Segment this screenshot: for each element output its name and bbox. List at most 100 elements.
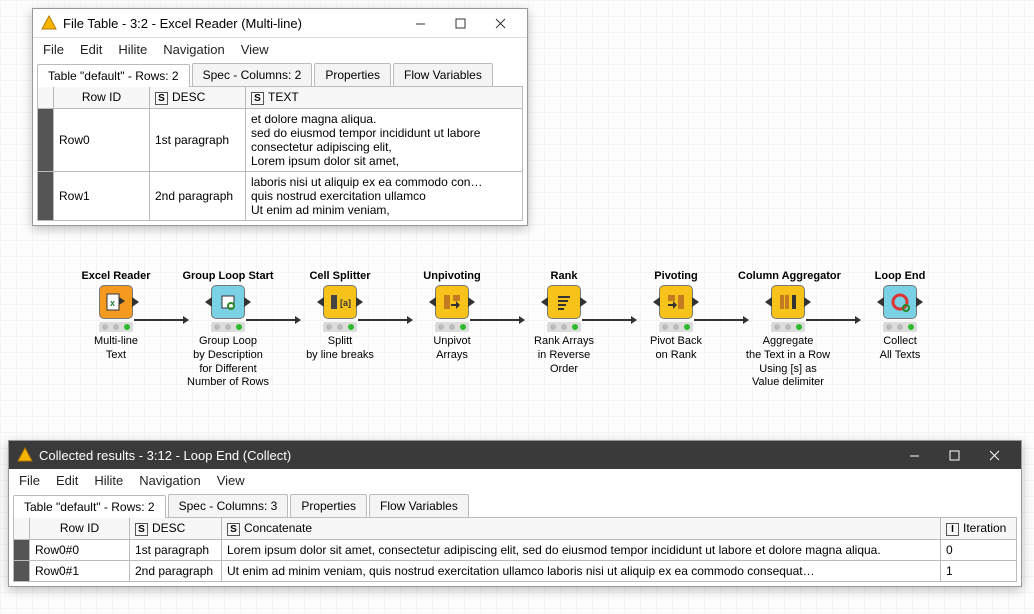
col-rowid[interactable]: Row ID [54,87,150,109]
close-button[interactable] [481,13,519,33]
cell-iter: 0 [941,540,1017,561]
menu-file[interactable]: File [19,473,40,488]
menu-view[interactable]: View [217,473,245,488]
cell-rowid: Row0#0 [30,540,130,561]
menu-edit[interactable]: Edit [56,473,78,488]
table-row[interactable]: Row0#1 2nd paragraph Ut enim ad minim ve… [14,561,1017,582]
rank-icon [554,292,574,312]
menu-navigation[interactable]: Navigation [139,473,200,488]
col-desc[interactable]: SDESC [150,87,246,109]
node-loop-end[interactable]: Loop End Collect All Texts [850,270,950,363]
menu-view[interactable]: View [241,42,269,57]
port-out[interactable] [468,297,475,307]
maximize-button[interactable] [935,445,973,465]
data-table[interactable]: Row ID S DESC SConcatenate IIteration Row… [13,517,1017,582]
port-out[interactable] [692,297,699,307]
node-icon[interactable] [435,285,469,319]
cell-text: laboris nisi ut aliquip ex ea commodo co… [246,172,523,221]
corner [14,518,30,540]
menu-edit[interactable]: Edit [80,42,102,57]
col-desc-label: DESC [152,521,185,535]
node-rank[interactable]: Rank Rank Arrays in Reverse Order [514,270,614,376]
tab-flowvars[interactable]: Flow Variables [393,63,493,86]
port-in[interactable] [877,297,884,307]
node-desc: Collect All Texts [850,335,950,363]
menu-hilite[interactable]: Hilite [118,42,147,57]
loop-start-icon [218,292,238,312]
node-unpivoting[interactable]: Unpivoting Unpivot Arrays [402,270,502,363]
col-desc[interactable]: S DESC [130,518,222,540]
minimize-button[interactable] [401,13,439,33]
port-out[interactable] [580,297,587,307]
port-in[interactable] [541,297,548,307]
tab-table[interactable]: Table "default" - Rows: 2 [37,64,190,87]
maximize-button[interactable] [441,13,479,33]
node-icon[interactable] [659,285,693,319]
port-out[interactable] [132,297,139,307]
window-title: File Table - 3:2 - Excel Reader (Multi-l… [63,16,401,31]
node-icon[interactable] [211,285,245,319]
cell-concat: Lorem ipsum dolor sit amet, consectetur … [222,540,941,561]
port-out[interactable] [244,297,251,307]
tab-properties[interactable]: Properties [290,494,367,517]
node-icon[interactable]: [a] [323,285,357,319]
table-header-row: Row ID SDESC STEXT [38,87,523,109]
table-row[interactable]: Row0#0 1st paragraph Lorem ipsum dolor s… [14,540,1017,561]
svg-text:[a]: [a] [340,298,351,308]
node-title: Excel Reader [66,270,166,282]
menu-navigation[interactable]: Navigation [163,42,224,57]
node-icon[interactable] [883,285,917,319]
port-in[interactable] [429,297,436,307]
titlebar[interactable]: Collected results - 3:12 - Loop End (Col… [9,441,1021,469]
node-icon[interactable] [771,285,805,319]
port-out[interactable] [916,297,923,307]
s-icon: S [155,92,168,105]
data-table[interactable]: Row ID SDESC STEXT Row0 1st paragraph et… [37,86,523,221]
node-icon[interactable] [547,285,581,319]
node-icon[interactable]: x [99,285,133,319]
tab-spec[interactable]: Spec - Columns: 2 [192,63,313,86]
node-title: Loop End [850,270,950,282]
node-cell-splitter[interactable]: Cell Splitter [a] Splitt by line breaks [290,270,390,363]
port-in[interactable] [317,297,324,307]
row-marker [38,172,54,221]
minimize-button[interactable] [895,445,933,465]
tab-flowvars[interactable]: Flow Variables [369,494,469,517]
menu-hilite[interactable]: Hilite [94,473,123,488]
workflow-canvas[interactable]: Excel Reader x Multi-line Text Group Loo… [0,270,1034,436]
port-in[interactable] [205,297,212,307]
node-column-aggregator[interactable]: Column Aggregator Aggregate the Text in … [738,270,838,390]
node-desc: Aggregate the Text in a Row Using [s] as… [738,335,838,390]
cell-desc: 2nd paragraph [130,561,222,582]
node-pivoting[interactable]: Pivoting Pivot Back on Rank [626,270,726,363]
node-title: Rank [514,270,614,282]
port-in[interactable] [653,297,660,307]
s-icon: S [227,523,240,536]
titlebar[interactable]: File Table - 3:2 - Excel Reader (Multi-l… [33,9,527,38]
col-iter[interactable]: IIteration [941,518,1017,540]
table-row[interactable]: Row0 1st paragraph et dolore magna aliqu… [38,109,523,172]
node-title: Column Aggregator [738,270,838,282]
tab-properties[interactable]: Properties [314,63,391,86]
port-out[interactable] [804,297,811,307]
close-button[interactable] [975,445,1013,465]
window-title: Collected results - 3:12 - Loop End (Col… [39,448,895,463]
col-text[interactable]: STEXT [246,87,523,109]
node-desc: Rank Arrays in Reverse Order [514,335,614,376]
node-group-loop-start[interactable]: Group Loop Start Group Loop by Descripti… [178,270,278,390]
status-lights [659,322,693,332]
tab-spec[interactable]: Spec - Columns: 3 [168,494,289,517]
node-desc: Multi-line Text [66,335,166,363]
col-rowid[interactable]: Row ID [30,518,130,540]
port-in[interactable] [765,297,772,307]
col-concat[interactable]: SConcatenate [222,518,941,540]
cell-desc: 1st paragraph [150,109,246,172]
menu-file[interactable]: File [43,42,64,57]
loop-end-icon [889,291,911,313]
s-icon: S [135,523,148,536]
tab-table[interactable]: Table "default" - Rows: 2 [13,495,166,518]
node-excel-reader[interactable]: Excel Reader x Multi-line Text [66,270,166,363]
port-out[interactable] [356,297,363,307]
tabstrip: Table "default" - Rows: 2 Spec - Columns… [37,63,523,86]
table-row[interactable]: Row1 2nd paragraph laboris nisi ut aliqu… [38,172,523,221]
